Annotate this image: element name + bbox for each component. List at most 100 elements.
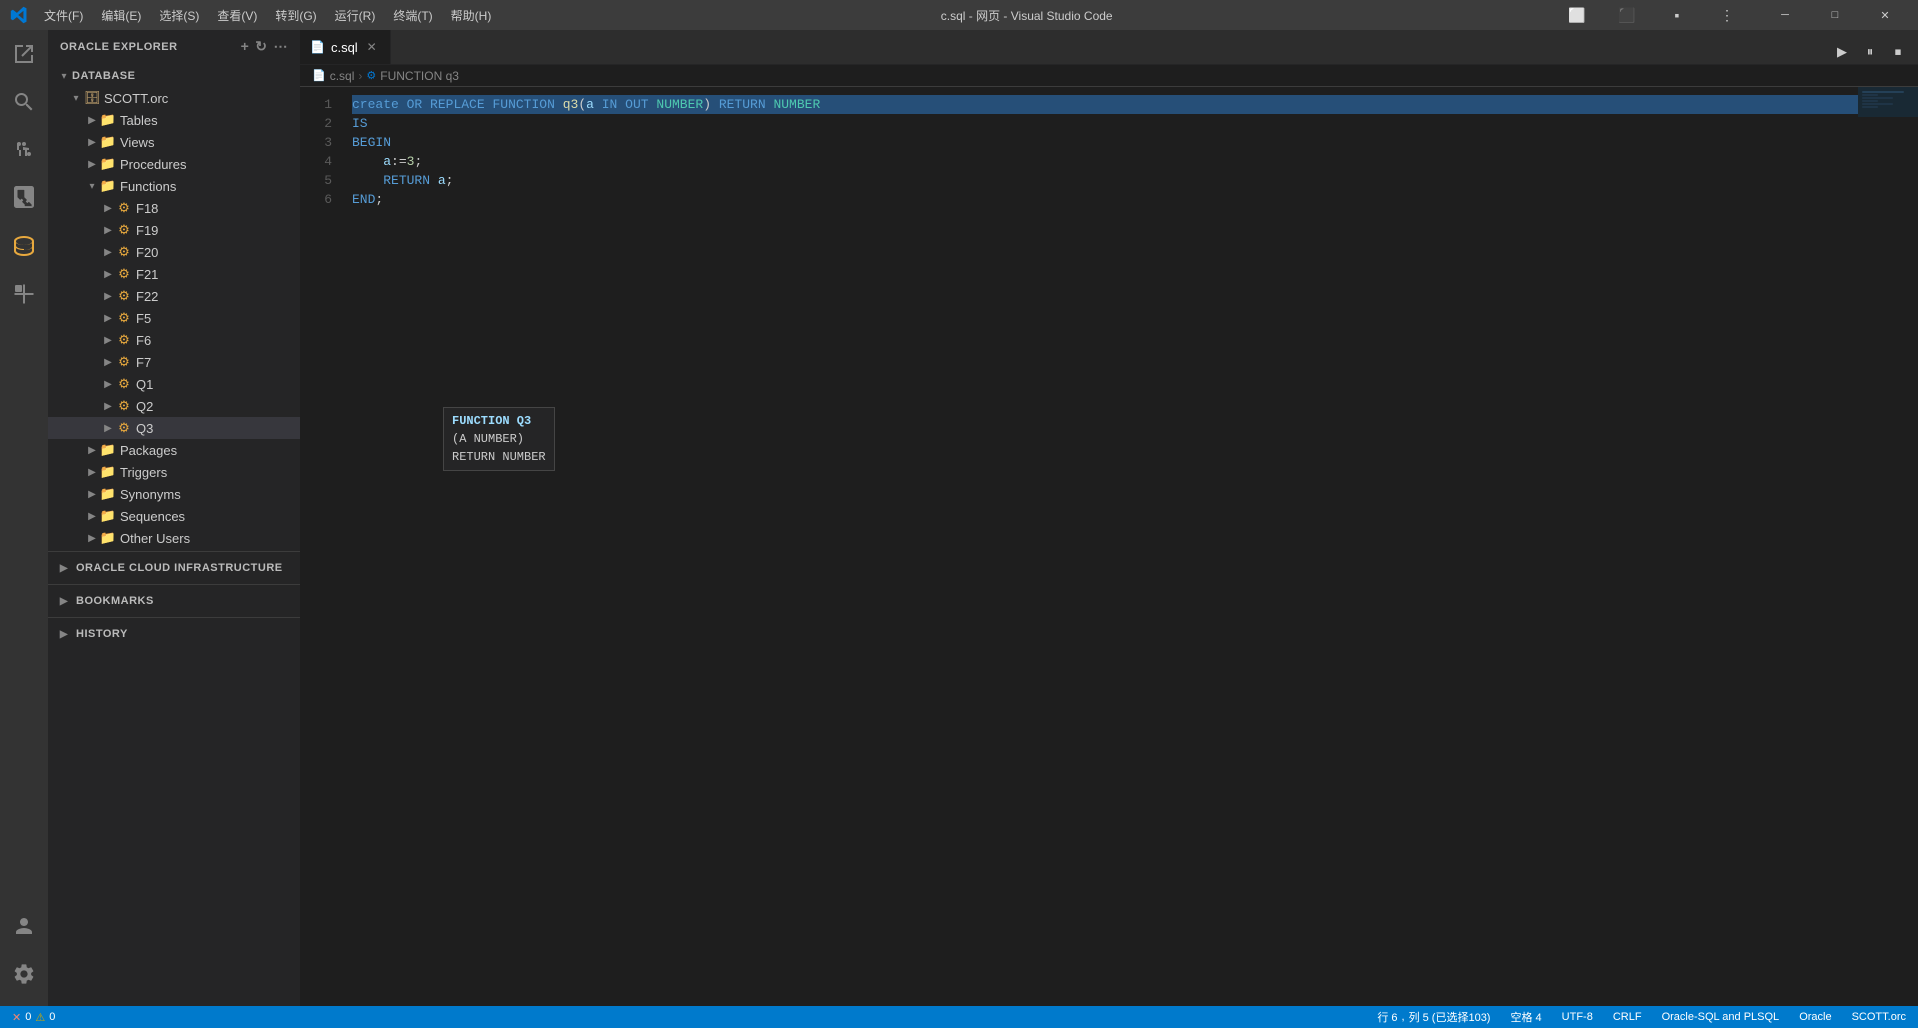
otherusers-icon: 📁 xyxy=(100,530,116,546)
status-schema[interactable]: SCOTT.orc xyxy=(1848,1011,1910,1023)
status-branch-label: Oracle xyxy=(1799,1011,1831,1023)
activity-bar-bottom xyxy=(0,902,48,1006)
code-line-3: BEGIN xyxy=(352,133,1858,152)
stop-button[interactable]: ⏹ xyxy=(1886,40,1910,64)
tree-item-q3[interactable]: ▶ ⚙ Q3 xyxy=(48,417,300,439)
more-icon[interactable]: ⋯ xyxy=(274,38,289,55)
tree-item-f20[interactable]: ▶ ⚙ F20 xyxy=(48,241,300,263)
status-col: , xyxy=(1402,1011,1405,1023)
line-num-1: 1 xyxy=(300,95,332,114)
refresh-icon[interactable]: ↻ xyxy=(255,38,267,55)
maximize-button[interactable]: □ xyxy=(1812,0,1858,30)
tree-item-scott[interactable]: ▾ 🗄 SCOTT.orc xyxy=(48,87,300,109)
tree-item-f19[interactable]: ▶ ⚙ F19 xyxy=(48,219,300,241)
f22-chevron: ▶ xyxy=(100,288,116,304)
status-line-col: 行 6 xyxy=(1377,1009,1397,1025)
procedures-icon: 📁 xyxy=(100,156,116,172)
status-errors[interactable]: ✕ 0 ⚠ 0 xyxy=(8,1011,59,1024)
status-left: ✕ 0 ⚠ 0 xyxy=(8,1011,59,1024)
history-header[interactable]: ▶ HISTORY xyxy=(48,622,300,646)
tree-item-triggers[interactable]: ▶ 📁 Triggers xyxy=(48,461,300,483)
menu-goto[interactable]: 转到(G) xyxy=(267,5,324,26)
activity-extensions[interactable] xyxy=(0,174,48,222)
activity-scm[interactable] xyxy=(0,126,48,174)
sidebar-title: ORACLE EXPLORER xyxy=(60,41,178,53)
activity-search[interactable] xyxy=(0,78,48,126)
tree-item-sequences[interactable]: ▶ 📁 Sequences xyxy=(48,505,300,527)
tree-item-f6[interactable]: ▶ ⚙ F6 xyxy=(48,329,300,351)
code-content[interactable]: create OR REPLACE FUNCTION q3(a IN OUT N… xyxy=(340,87,1858,1006)
f19-icon: ⚙ xyxy=(116,222,132,238)
layout-btn-2[interactable]: ⬛ xyxy=(1604,0,1650,30)
run-debug-button[interactable]: ⏸ xyxy=(1858,40,1882,64)
line-num-5: 5 xyxy=(300,171,332,190)
error-count: 0 xyxy=(25,1011,31,1023)
f18-chevron: ▶ xyxy=(100,200,116,216)
tree-item-q1[interactable]: ▶ ⚙ Q1 xyxy=(48,373,300,395)
tree-item-functions[interactable]: ▾ 📁 Functions xyxy=(48,175,300,197)
tree-item-otherusers[interactable]: ▶ 📁 Other Users xyxy=(48,527,300,549)
database-section-header[interactable]: ▾ DATABASE xyxy=(48,65,300,87)
layout-btn-3[interactable]: ▪ xyxy=(1654,0,1700,30)
layout-btn-1[interactable]: ⬜ xyxy=(1554,0,1600,30)
status-language-label: Oracle-SQL and PLSQL xyxy=(1662,1011,1780,1023)
tree-item-f7[interactable]: ▶ ⚙ F7 xyxy=(48,351,300,373)
new-connection-icon[interactable]: + xyxy=(241,38,250,55)
status-spaces[interactable]: 空格 4 xyxy=(1506,1009,1545,1025)
menu-run[interactable]: 运行(R) xyxy=(327,5,384,26)
synonyms-icon: 📁 xyxy=(100,486,116,502)
code-line-1: create OR REPLACE FUNCTION q3(a IN OUT N… xyxy=(352,95,1858,114)
tree-item-synonyms[interactable]: ▶ 📁 Synonyms xyxy=(48,483,300,505)
q2-chevron: ▶ xyxy=(100,398,116,414)
tree-item-q2[interactable]: ▶ ⚙ Q2 xyxy=(48,395,300,417)
menu-help[interactable]: 帮助(H) xyxy=(443,5,500,26)
sidebar: ORACLE EXPLORER + ↻ ⋯ ▾ DATABASE ▾ 🗄 SCO… xyxy=(48,30,300,1006)
menu-view[interactable]: 查看(V) xyxy=(209,5,265,26)
tree-item-f5[interactable]: ▶ ⚙ F5 xyxy=(48,307,300,329)
functions-label: Functions xyxy=(120,179,176,194)
f22-icon: ⚙ xyxy=(116,288,132,304)
tree-item-f18[interactable]: ▶ ⚙ F18 xyxy=(48,197,300,219)
packages-chevron: ▶ xyxy=(84,442,100,458)
tab-csql[interactable]: 📄 c.sql ✕ xyxy=(300,30,391,64)
activity-bar xyxy=(0,30,48,1006)
tab-close-button[interactable]: ✕ xyxy=(364,39,380,55)
tree-item-packages[interactable]: ▶ 📁 Packages xyxy=(48,439,300,461)
tree-item-f22[interactable]: ▶ ⚙ F22 xyxy=(48,285,300,307)
triggers-chevron: ▶ xyxy=(84,464,100,480)
code-line-2: IS xyxy=(352,114,1858,133)
tree-item-procedures[interactable]: ▶ 📁 Procedures xyxy=(48,153,300,175)
code-editor[interactable]: 1 2 3 4 5 6 create OR REPLACE FUNCTION q… xyxy=(300,87,1918,1006)
status-branch[interactable]: Oracle xyxy=(1795,1011,1835,1023)
packages-icon: 📁 xyxy=(100,442,116,458)
activity-settings[interactable] xyxy=(0,950,48,998)
status-language[interactable]: Oracle-SQL and PLSQL xyxy=(1658,1011,1784,1023)
menu-select[interactable]: 选择(S) xyxy=(151,5,207,26)
status-lineending[interactable]: CRLF xyxy=(1609,1011,1646,1023)
oracle-cloud-header[interactable]: ▶ ORACLE CLOUD INFRASTRUCTURE xyxy=(48,556,300,580)
q3-chevron: ▶ xyxy=(100,420,116,436)
error-icon: ✕ xyxy=(12,1011,21,1024)
tree-item-f21[interactable]: ▶ ⚙ F21 xyxy=(48,263,300,285)
f21-icon: ⚙ xyxy=(116,266,132,282)
sidebar-content[interactable]: ▾ DATABASE ▾ 🗄 SCOTT.orc ▶ 📁 Tables xyxy=(48,63,300,1006)
status-encoding[interactable]: UTF-8 xyxy=(1558,1011,1597,1023)
close-button[interactable]: ✕ xyxy=(1862,0,1908,30)
status-position[interactable]: 行 6 , 列 5 (已选择103) xyxy=(1373,1009,1494,1025)
run-button[interactable]: ▶ xyxy=(1830,40,1854,64)
f18-label: F18 xyxy=(136,201,158,216)
f6-label: F6 xyxy=(136,333,151,348)
activity-git[interactable] xyxy=(0,270,48,318)
menu-file[interactable]: 文件(F) xyxy=(36,5,91,26)
bookmarks-header[interactable]: ▶ BOOKMARKS xyxy=(48,589,300,613)
activity-explorer[interactable] xyxy=(0,30,48,78)
menu-edit[interactable]: 编辑(E) xyxy=(93,5,149,26)
scott-icon: 🗄 xyxy=(84,90,100,106)
layout-btn-4[interactable]: ⋮ xyxy=(1704,0,1750,30)
minimize-button[interactable]: ─ xyxy=(1762,0,1808,30)
menu-terminal[interactable]: 终端(T) xyxy=(385,5,440,26)
activity-accounts[interactable] xyxy=(0,902,48,950)
activity-database[interactable] xyxy=(0,222,48,270)
tree-item-tables[interactable]: ▶ 📁 Tables xyxy=(48,109,300,131)
tree-item-views[interactable]: ▶ 📁 Views xyxy=(48,131,300,153)
